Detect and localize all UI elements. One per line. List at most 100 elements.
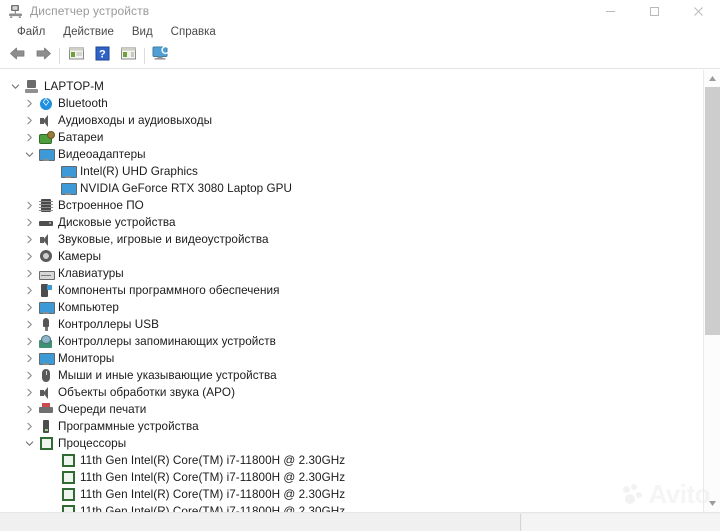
mouse-icon	[37, 367, 55, 384]
question-mark-icon: ?	[95, 46, 110, 66]
tree-node[interactable]: Процессоры	[0, 435, 700, 452]
bluetooth-icon: ♢	[37, 95, 55, 112]
tree-node[interactable]: Очереди печати	[0, 401, 700, 418]
processor-icon	[59, 469, 77, 486]
tree-node[interactable]: Контроллеры USB	[0, 316, 700, 333]
back-button[interactable]	[4, 44, 30, 68]
sound-video-icon	[37, 231, 55, 248]
menu-action[interactable]: Действие	[54, 24, 123, 41]
chevron-right-icon[interactable]	[22, 282, 37, 299]
tree-node-label: Контроллеры запоминающих устройств	[55, 333, 276, 350]
monitor-icon	[37, 350, 55, 367]
chevron-right-icon[interactable]	[22, 112, 37, 129]
tree-node[interactable]: LAPTOP-M	[0, 78, 700, 95]
chevron-right-icon[interactable]	[22, 401, 37, 418]
tree-node[interactable]: Компоненты программного обеспечения	[0, 282, 700, 299]
tree-node[interactable]: Мыши и иные указывающие устройства	[0, 367, 700, 384]
software-device-icon	[37, 418, 55, 435]
tree-node[interactable]: NVIDIA GeForce RTX 3080 Laptop GPU	[0, 180, 700, 197]
svg-text:?: ?	[99, 48, 106, 60]
vertical-scrollbar[interactable]	[703, 70, 720, 512]
tree-node-label: Батареи	[55, 129, 104, 146]
tree-node[interactable]: Батареи	[0, 129, 700, 146]
tree-node-label: Клавиатуры	[55, 265, 124, 282]
tree-node[interactable]: Мониторы	[0, 350, 700, 367]
update-driver-button[interactable]	[115, 44, 141, 68]
device-tree-pane[interactable]: LAPTOP-M♢BluetoothАудиовходы и аудиовыхо…	[0, 70, 720, 512]
horizontal-scrollbar[interactable]	[0, 512, 720, 531]
storage-controller-icon	[37, 333, 55, 350]
chevron-down-icon[interactable]	[22, 435, 37, 452]
tree-node[interactable]: Камеры	[0, 248, 700, 265]
device-manager-icon	[8, 4, 23, 19]
tree-node[interactable]: Встроенное ПО	[0, 197, 700, 214]
close-button[interactable]	[676, 0, 720, 22]
tree-node-label: Очереди печати	[55, 401, 146, 418]
tree-node-label: Мыши и иные указывающие устройства	[55, 367, 277, 384]
tree-node-label: Intel(R) UHD Graphics	[77, 163, 198, 180]
minimize-button[interactable]	[588, 0, 632, 22]
properties-icon	[68, 46, 85, 66]
tree-node-label: 11th Gen Intel(R) Core(TM) i7-11800H @ 2…	[77, 452, 345, 469]
chevron-right-icon[interactable]	[22, 129, 37, 146]
tree-node[interactable]: Компьютер	[0, 299, 700, 316]
forward-button[interactable]	[30, 44, 56, 68]
audio-io-icon	[37, 112, 55, 129]
tree-node[interactable]: 11th Gen Intel(R) Core(TM) i7-11800H @ 2…	[0, 503, 700, 512]
print-queue-icon	[37, 401, 55, 418]
chevron-down-icon[interactable]	[8, 78, 23, 95]
tree-node-label: 11th Gen Intel(R) Core(TM) i7-11800H @ 2…	[77, 503, 345, 512]
tree-node[interactable]: Объекты обработки звука (APO)	[0, 384, 700, 401]
tree-node-label: Мониторы	[55, 350, 114, 367]
tree-node[interactable]: Звуковые, игровые и видеоустройства	[0, 231, 700, 248]
chevron-right-icon[interactable]	[22, 197, 37, 214]
chevron-right-icon[interactable]	[22, 231, 37, 248]
scan-hardware-button[interactable]	[148, 44, 174, 68]
tree-node[interactable]: 11th Gen Intel(R) Core(TM) i7-11800H @ 2…	[0, 486, 700, 503]
tree-node-label: Аудиовходы и аудиовыходы	[55, 112, 212, 129]
tree-node[interactable]: Дисковые устройства	[0, 214, 700, 231]
title-bar: Диспетчер устройств	[0, 0, 720, 22]
tree-node[interactable]: ♢Bluetooth	[0, 95, 700, 112]
menu-view[interactable]: Вид	[123, 24, 162, 41]
disk-drive-icon	[37, 214, 55, 231]
tree-node[interactable]: 11th Gen Intel(R) Core(TM) i7-11800H @ 2…	[0, 469, 700, 486]
chevron-right-icon[interactable]	[22, 333, 37, 350]
tree-node[interactable]: Программные устройства	[0, 418, 700, 435]
chevron-right-icon[interactable]	[22, 350, 37, 367]
scan-hardware-icon	[152, 45, 171, 66]
tree-node[interactable]: Intel(R) UHD Graphics	[0, 163, 700, 180]
scroll-up-arrow-icon[interactable]	[704, 70, 720, 87]
menu-file[interactable]: Файл	[8, 24, 54, 41]
vertical-scroll-thumb[interactable]	[705, 87, 720, 335]
tree-node[interactable]: Клавиатуры	[0, 265, 700, 282]
display-adapter-icon	[59, 180, 77, 197]
chevron-right-icon[interactable]	[22, 95, 37, 112]
tree-node[interactable]: Аудиовходы и аудиовыходы	[0, 112, 700, 129]
chevron-right-icon[interactable]	[22, 384, 37, 401]
tree-node[interactable]: Видеоадаптеры	[0, 146, 700, 163]
maximize-button[interactable]	[632, 0, 676, 22]
tree-node[interactable]: Контроллеры запоминающих устройств	[0, 333, 700, 350]
chevron-down-icon[interactable]	[22, 146, 37, 163]
tree-node[interactable]: 11th Gen Intel(R) Core(TM) i7-11800H @ 2…	[0, 452, 700, 469]
horizontal-scroll-thumb[interactable]	[0, 514, 521, 531]
title-bar-left: Диспетчер устройств	[0, 4, 149, 19]
help-button[interactable]: ?	[89, 44, 115, 68]
horizontal-scroll-track[interactable]	[522, 514, 720, 531]
scroll-down-arrow-icon[interactable]	[704, 495, 720, 512]
chevron-right-icon[interactable]	[22, 316, 37, 333]
chevron-right-icon[interactable]	[22, 418, 37, 435]
chevron-right-icon[interactable]	[22, 214, 37, 231]
chevron-right-icon[interactable]	[22, 367, 37, 384]
tree-node-label: Камеры	[55, 248, 101, 265]
properties-button[interactable]	[63, 44, 89, 68]
chevron-right-icon[interactable]	[22, 248, 37, 265]
toolbar: ?	[0, 43, 720, 69]
menu-help[interactable]: Справка	[162, 24, 225, 41]
chevron-right-icon[interactable]	[22, 299, 37, 316]
audio-processing-icon	[37, 384, 55, 401]
tree-node-label: 11th Gen Intel(R) Core(TM) i7-11800H @ 2…	[77, 486, 345, 503]
processor-icon	[59, 503, 77, 512]
chevron-right-icon[interactable]	[22, 265, 37, 282]
